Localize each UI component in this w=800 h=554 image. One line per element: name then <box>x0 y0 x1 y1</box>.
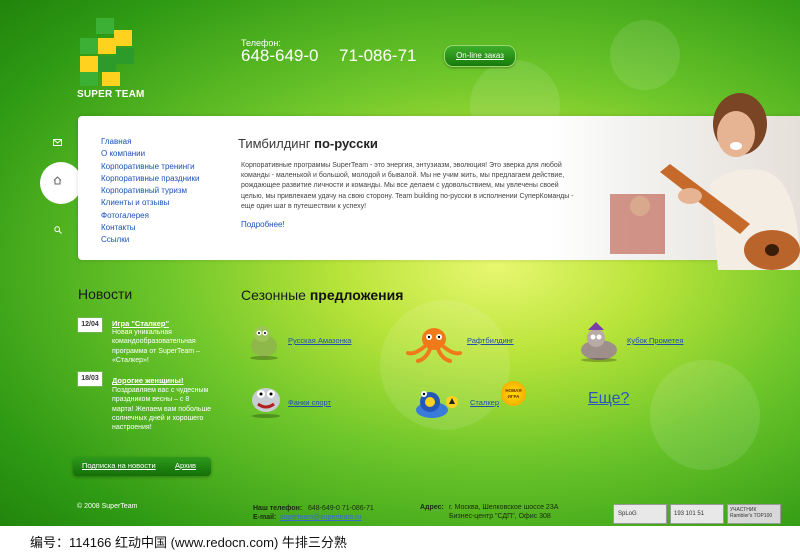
brand-name: SUPER TEAM <box>77 89 145 100</box>
nav-item-contacts[interactable]: Контакты <box>101 222 199 234</box>
nav-item-tourism[interactable]: Корпоративный туризм <box>101 185 199 197</box>
dinosaur-mascot-icon[interactable] <box>244 324 284 360</box>
news-link[interactable]: Игра "Сталкер" <box>112 319 169 328</box>
rambler-counter-text: УЧАСТНИК Rambler's TOP100 <box>730 507 773 519</box>
phone-number-2: 71-086-71 <box>339 46 417 65</box>
offer-link[interactable]: Рафтбилдинг <box>467 336 514 345</box>
footer-phone-label-text: Наш телефон: <box>253 505 303 512</box>
more-offers-link[interactable]: Еще? <box>588 390 629 408</box>
news-link[interactable]: Дорогие женщины! <box>112 376 183 385</box>
more-link[interactable]: Подробнее! <box>241 220 285 229</box>
stats-counter[interactable]: 193 101 51 <box>670 504 724 524</box>
intro-title: Тимбилдинг по-русски <box>238 136 378 151</box>
online-order-button[interactable]: On-line заказ <box>444 45 516 67</box>
nav-item-trainings[interactable]: Корпоративные тренинги <box>101 161 199 173</box>
bokeh-light <box>650 360 760 470</box>
page: { "header": { "brand": "SUPER TEAM", "ph… <box>0 0 800 554</box>
archive-link[interactable]: Архив <box>175 461 196 470</box>
mail-icon[interactable] <box>53 139 62 146</box>
home-icon[interactable] <box>53 176 62 185</box>
news-body: Поздравляем вас с чудесным праздником ве… <box>112 387 211 432</box>
footer-address-line-2: Бизнес-центр "СДП", Офис 308 <box>449 513 551 520</box>
nav-item-links[interactable]: Ссылки <box>101 234 199 246</box>
offer-link[interactable]: Фанки спорт <box>288 398 331 407</box>
intro-title-plain: Тимбилдинг <box>238 136 315 151</box>
footer-address-label: Адрес: <box>420 504 444 511</box>
nav-item-clients[interactable]: Клиенты и отзывы <box>101 197 199 209</box>
new-game-badge: НОВАЯ ИГРА <box>501 381 526 406</box>
octopus-mascot-icon[interactable] <box>406 325 462 365</box>
offers-title-plain: Сезонные <box>241 287 310 303</box>
footer-address-label-text: Адрес: <box>420 504 444 511</box>
news-date: 12/04 <box>77 317 103 333</box>
footer-email-label-text: E-mail: <box>253 514 277 521</box>
news-date: 18/03 <box>77 371 103 387</box>
offers-title-bold: предложения <box>309 287 404 303</box>
news-body: Новая уникальная командообразовательная … <box>112 329 200 364</box>
nav-item-holidays[interactable]: Корпоративные праздники <box>101 173 199 185</box>
footer-phones: 648-649-0 71-086-71 <box>308 505 374 512</box>
stats-counter-text: 193 101 51 <box>674 511 705 517</box>
spylog-counter-text: SpLoG <box>618 511 637 517</box>
monster-mascot-icon[interactable] <box>246 380 286 418</box>
nav-item-gallery[interactable]: Фотогалерея <box>101 210 199 222</box>
footer-email-label: E-mail: <box>253 514 276 521</box>
rambler-top100-counter[interactable]: УЧАСТНИК Rambler's TOP100 <box>727 504 781 524</box>
snail-mascot-icon[interactable] <box>412 384 462 420</box>
main-nav: Главная О компании Корпоративные тренинг… <box>101 136 199 247</box>
footer-address-line-1: г. Москва, Шелковское шоссе 23А <box>449 504 559 511</box>
offer-link[interactable]: Русская Амазонка <box>288 336 351 345</box>
woman-with-guitar-photo <box>610 93 800 270</box>
watermark-bar: 编号：114166 红动中国 (www.redocn.com) 牛排三分熟 <box>0 526 800 554</box>
spylog-counter[interactable]: SpLoG <box>613 504 667 524</box>
bokeh-light <box>610 20 680 90</box>
offer-link[interactable]: Кубок Прометея <box>627 336 683 345</box>
intro-title-bold: по-русски <box>314 136 378 151</box>
footer-phone-label: Наш телефон: <box>253 505 302 512</box>
intro-text: Корпоративные программы SuperTeam - это … <box>241 162 574 210</box>
offers-heading: Сезонные предложения <box>241 287 403 303</box>
watermark-text: 编号：114166 红动中国 (www.redocn.com) 牛排三分熟 <box>30 535 347 550</box>
offer-link[interactable]: Сталкер <box>470 398 499 407</box>
nav-item-home[interactable]: Главная <box>101 136 199 148</box>
wizard-mascot-icon[interactable] <box>574 322 624 362</box>
copyright: © 2008 SuperTeam <box>77 503 138 510</box>
search-icon[interactable] <box>54 226 62 234</box>
footer-email-link[interactable]: superteam@superteam.ru <box>280 514 361 521</box>
subscribe-link[interactable]: Подписка на новости <box>82 461 156 470</box>
nav-item-about[interactable]: О компании <box>101 148 199 160</box>
phone-number-1: 648-649-0 <box>241 46 319 65</box>
news-heading: Новости <box>78 286 133 302</box>
